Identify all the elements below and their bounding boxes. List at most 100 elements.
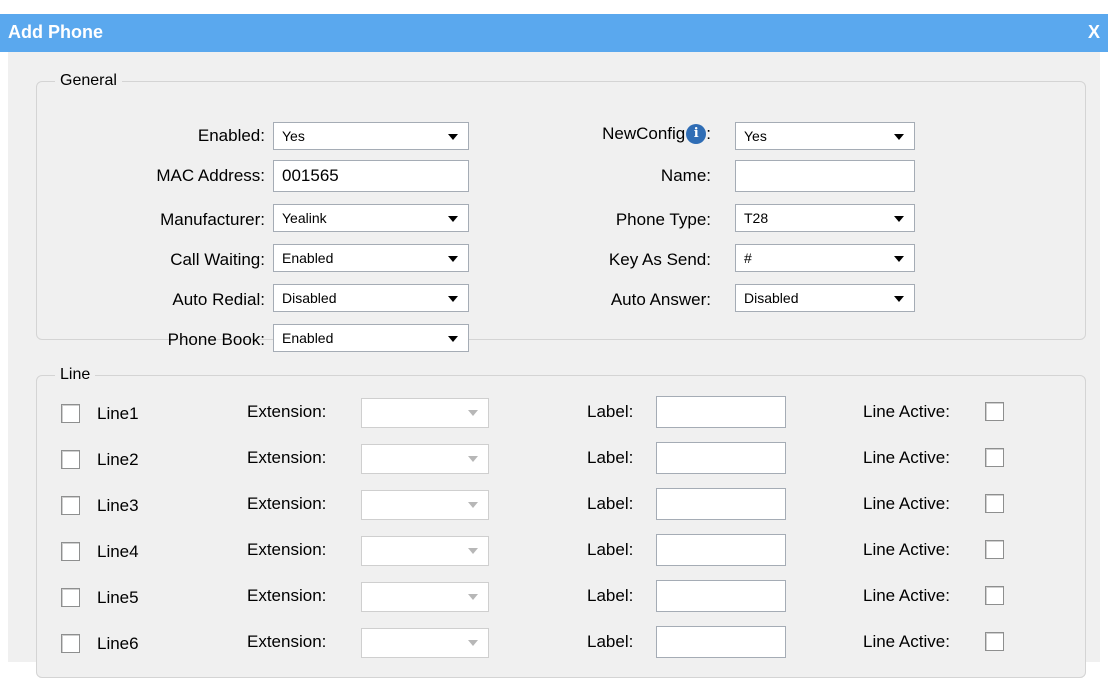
line-active-label: Line Active: (863, 540, 950, 559)
phone-type-value: T28 (744, 210, 769, 226)
enabled-select[interactable]: Yes (273, 122, 469, 150)
extension-select[interactable] (361, 628, 489, 658)
line-active-label: Line Active: (863, 402, 950, 421)
call-waiting-select[interactable]: Enabled (273, 244, 469, 272)
key-as-send-value: # (744, 250, 752, 266)
auto-answer-label: Auto Answer: (610, 290, 711, 309)
extension-label: Extension: (247, 448, 327, 467)
newconfig-select[interactable]: Yes (735, 122, 915, 150)
line-name-label: Line5 (97, 588, 139, 607)
extension-label: Extension: (247, 494, 327, 513)
newconfig-label-suffix: : (706, 124, 711, 143)
enabled-value: Yes (282, 128, 305, 144)
extension-select[interactable] (361, 582, 489, 612)
label-label: Label: (587, 494, 634, 513)
close-button[interactable]: X (1088, 22, 1100, 43)
extension-select[interactable] (361, 536, 489, 566)
line-enable-checkbox[interactable] (61, 496, 80, 515)
extension-select[interactable] (361, 398, 489, 428)
line-active-label: Line Active: (863, 494, 950, 513)
auto-redial-value: Disabled (282, 290, 337, 306)
name-input[interactable] (735, 160, 915, 192)
extension-select[interactable] (361, 490, 489, 520)
line-name-label: Line2 (97, 450, 139, 469)
line-enable-checkbox[interactable] (61, 450, 80, 469)
label-label: Label: (587, 402, 634, 421)
line-label-input[interactable] (656, 626, 786, 658)
auto-redial-label: Auto Redial: (172, 290, 265, 309)
call-waiting-label: Call Waiting: (170, 250, 265, 269)
line-active-checkbox[interactable] (985, 402, 1004, 421)
add-phone-dialog: Add Phone X General Enabled: Yes MAC Add… (0, 0, 1108, 678)
label-label: Label: (587, 540, 634, 559)
chevron-down-icon (448, 256, 458, 262)
auto-redial-select[interactable]: Disabled (273, 284, 469, 312)
chevron-down-icon (468, 456, 478, 462)
label-label: Label: (587, 448, 634, 467)
name-label: Name: (660, 166, 711, 185)
phone-book-label: Phone Book: (167, 330, 265, 349)
chevron-down-icon (894, 256, 904, 262)
dialog-body: General Enabled: Yes MAC Address: 001565… (8, 52, 1100, 678)
newconfig-label-text: NewConfig (602, 124, 686, 143)
extension-label: Extension: (247, 540, 327, 559)
newconfig-value: Yes (744, 128, 767, 144)
line-label-input[interactable] (656, 534, 786, 566)
extension-label: Extension: (247, 586, 327, 605)
line-enable-checkbox[interactable] (61, 542, 80, 561)
line-legend: Line (60, 366, 91, 383)
line-label-input[interactable] (656, 442, 786, 474)
label-label: Label: (587, 632, 634, 651)
extension-select[interactable] (361, 444, 489, 474)
phone-type-select[interactable]: T28 (735, 204, 915, 232)
manufacturer-select[interactable]: Yealink (273, 204, 469, 232)
line-active-checkbox[interactable] (985, 586, 1004, 605)
line-enable-checkbox[interactable] (61, 634, 80, 653)
line-name-label: Line3 (97, 496, 139, 515)
line-section: Line Line1 Extension: Label: Line Active: Li… (36, 366, 1086, 678)
chevron-down-icon (468, 548, 478, 554)
line-active-checkbox[interactable] (985, 494, 1004, 513)
general-section: General Enabled: Yes MAC Address: 001565… (36, 72, 1086, 352)
enabled-label: Enabled: (197, 126, 265, 145)
manufacturer-value: Yealink (282, 210, 327, 226)
line-active-label: Line Active: (863, 632, 950, 651)
phone-book-value: Enabled (282, 330, 334, 346)
line-active-checkbox[interactable] (985, 540, 1004, 559)
auto-answer-value: Disabled (744, 290, 799, 306)
label-label: Label: (587, 586, 634, 605)
chevron-down-icon (468, 410, 478, 416)
mac-address-input[interactable]: 001565 (273, 160, 469, 192)
chevron-down-icon (448, 336, 458, 342)
call-waiting-value: Enabled (282, 250, 334, 266)
line-enable-checkbox[interactable] (61, 588, 80, 607)
chevron-down-icon (468, 502, 478, 508)
manufacturer-label: Manufacturer: (160, 210, 265, 229)
newconfig-label: NewConfig i: (602, 124, 711, 144)
phone-book-select[interactable]: Enabled (273, 324, 469, 352)
line-name-label: Line6 (97, 634, 139, 653)
info-icon[interactable]: i (686, 124, 707, 144)
line-label-input[interactable] (656, 396, 786, 428)
line-enable-checkbox[interactable] (61, 404, 80, 423)
dialog-titlebar: Add Phone X (0, 14, 1108, 52)
line-name-label: Line1 (97, 404, 139, 423)
chevron-down-icon (894, 216, 904, 222)
chevron-down-icon (468, 594, 478, 600)
chevron-down-icon (894, 296, 904, 302)
chevron-down-icon (448, 296, 458, 302)
key-as-send-label: Key As Send: (608, 250, 711, 269)
extension-label: Extension: (247, 402, 327, 421)
line-label-input[interactable] (656, 580, 786, 612)
line-active-checkbox[interactable] (985, 632, 1004, 651)
line-active-label: Line Active: (863, 586, 950, 605)
line-active-label: Line Active: (863, 448, 950, 467)
chevron-down-icon (468, 640, 478, 646)
auto-answer-select[interactable]: Disabled (735, 284, 915, 312)
phone-type-label: Phone Type: (615, 210, 711, 229)
line-name-label: Line4 (97, 542, 139, 561)
chevron-down-icon (448, 216, 458, 222)
line-active-checkbox[interactable] (985, 448, 1004, 467)
key-as-send-select[interactable]: # (735, 244, 915, 272)
line-label-input[interactable] (656, 488, 786, 520)
